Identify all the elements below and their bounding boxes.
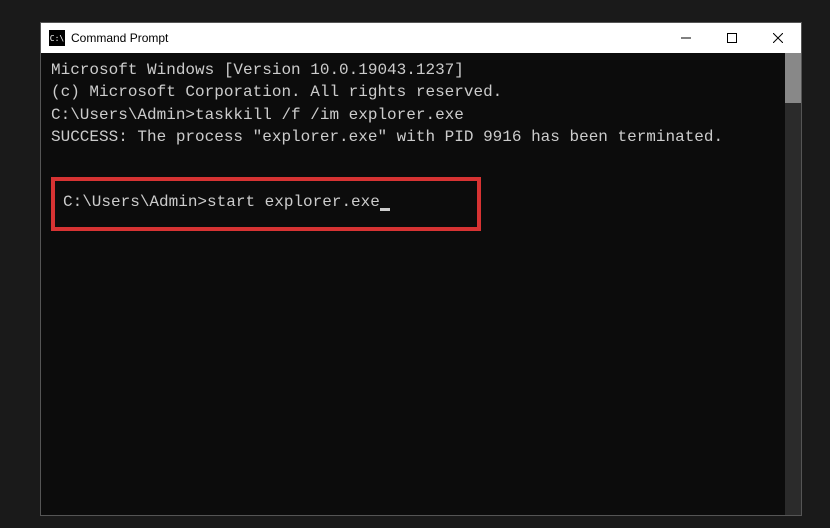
maximize-button[interactable] bbox=[709, 23, 755, 53]
highlighted-command: C:\Users\Admin>start explorer.exe bbox=[51, 177, 481, 231]
terminal-container: Microsoft Windows [Version 10.0.19043.12… bbox=[41, 53, 801, 515]
output-line-1: SUCCESS: The process "explorer.exe" with… bbox=[51, 126, 775, 148]
current-command: start explorer.exe bbox=[207, 193, 380, 211]
version-line: Microsoft Windows [Version 10.0.19043.12… bbox=[51, 59, 775, 81]
copyright-line: (c) Microsoft Corporation. All rights re… bbox=[51, 81, 775, 103]
window-title: Command Prompt bbox=[71, 31, 663, 45]
prompt-prefix: C:\Users\Admin> bbox=[63, 193, 207, 211]
titlebar: C:\ Command Prompt bbox=[41, 23, 801, 53]
blank-line bbox=[51, 149, 775, 171]
close-button[interactable] bbox=[755, 23, 801, 53]
vertical-scrollbar[interactable] bbox=[785, 53, 801, 515]
app-icon: C:\ bbox=[49, 30, 65, 46]
cursor-icon bbox=[380, 208, 390, 211]
command-prompt-window: C:\ Command Prompt Microsoft Windows [Ve… bbox=[40, 22, 802, 516]
window-controls bbox=[663, 23, 801, 53]
minimize-button[interactable] bbox=[663, 23, 709, 53]
terminal-output[interactable]: Microsoft Windows [Version 10.0.19043.12… bbox=[41, 53, 785, 515]
command-line-1: C:\Users\Admin>taskkill /f /im explorer.… bbox=[51, 104, 775, 126]
scrollbar-thumb[interactable] bbox=[785, 53, 801, 103]
